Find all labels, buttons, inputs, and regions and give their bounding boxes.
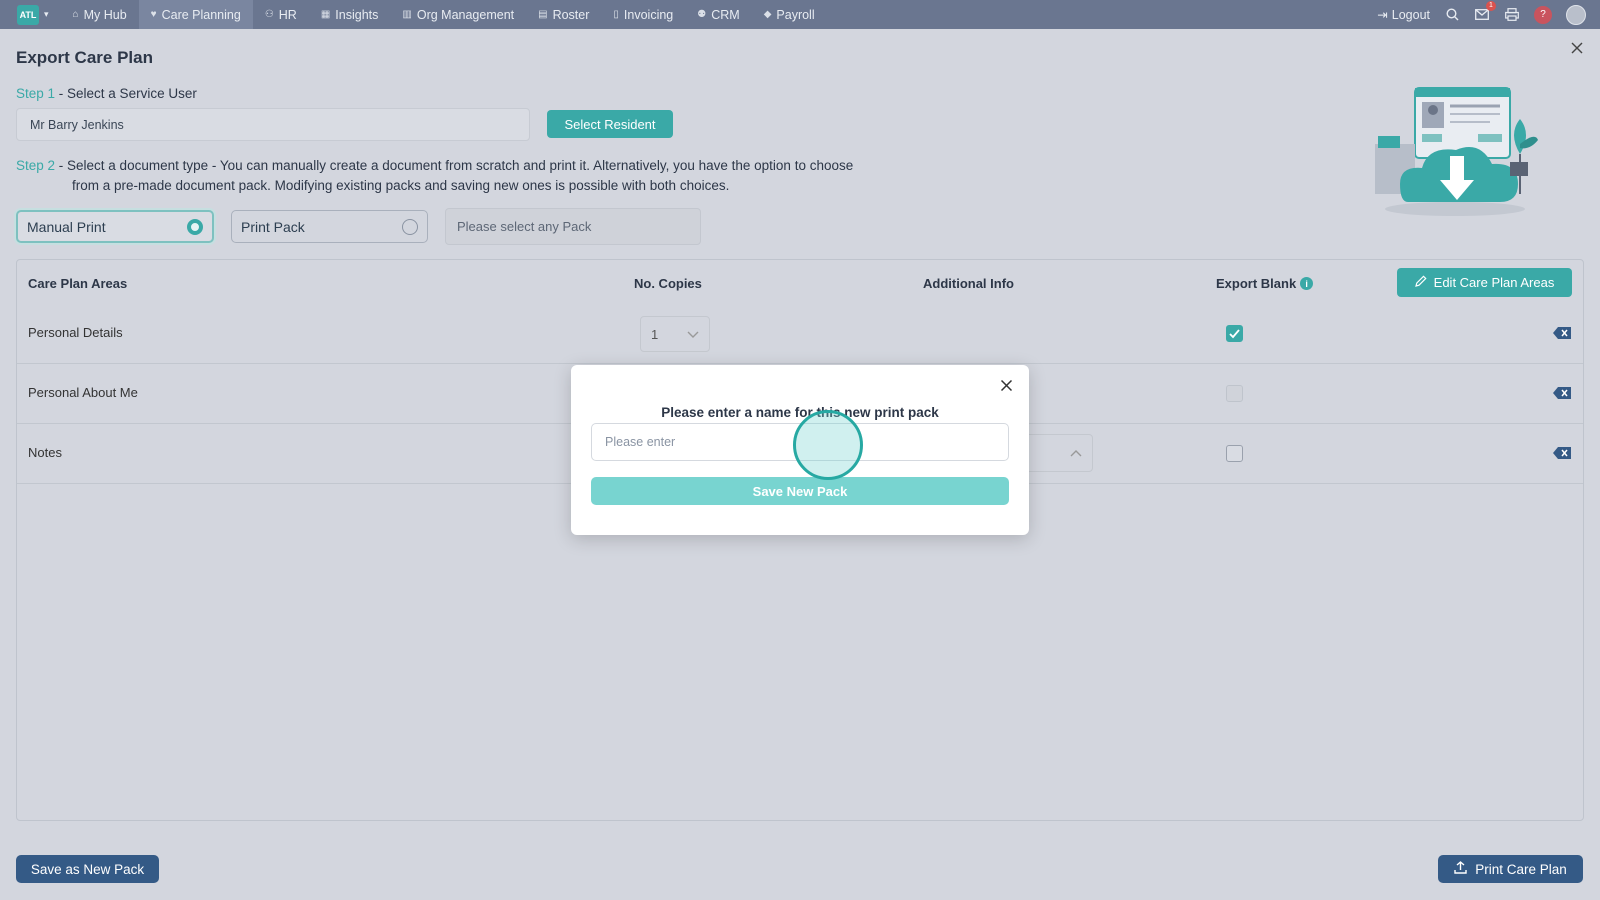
row-area-name: Notes <box>28 445 62 460</box>
edit-areas-label: Edit Care Plan Areas <box>1433 275 1555 290</box>
building-icon: ▥ <box>402 9 412 20</box>
nav-label: HR <box>278 7 297 22</box>
remove-row-icon[interactable] <box>1553 446 1571 464</box>
nav-item-hr[interactable]: ⚇ HR <box>253 0 309 29</box>
home-icon: ⌂ <box>72 9 79 20</box>
brand-switcher[interactable]: ATL ▾ <box>17 4 49 25</box>
copies-select[interactable]: 1 <box>640 316 710 352</box>
step1-text: - Select a Service User <box>55 86 197 101</box>
chevron-down-icon: ▾ <box>44 9 49 19</box>
nav-item-crm[interactable]: ⚉ CRM <box>685 0 751 29</box>
logout-label: Logout <box>1391 7 1430 22</box>
table-row: Personal Details 1 <box>17 304 1583 364</box>
export-blank-checkbox[interactable] <box>1226 325 1243 342</box>
radio-selected-icon <box>187 218 203 235</box>
click-indicator <box>793 410 863 480</box>
export-blank-checkbox[interactable] <box>1226 445 1243 462</box>
notification-badge: 1 <box>1486 0 1496 11</box>
mail-icon[interactable]: 1 <box>1474 0 1496 23</box>
remove-row-icon[interactable] <box>1553 386 1571 404</box>
edit-care-plan-areas-button[interactable]: Edit Care Plan Areas <box>1397 268 1572 297</box>
avatar[interactable] <box>1566 4 1586 25</box>
nav-item-org-management[interactable]: ▥ Org Management <box>390 0 526 29</box>
cloud-download-illustration <box>1370 84 1540 219</box>
print-care-plan-button[interactable]: Print Care Plan <box>1438 855 1583 883</box>
column-header-additional-info: Additional Info <box>923 276 1014 291</box>
manual-print-option[interactable]: Manual Print <box>16 210 214 243</box>
step2-text-continued: from a pre-made document pack. Modifying… <box>72 178 730 193</box>
brand-logo: ATL <box>17 4 39 25</box>
save-as-new-pack-button[interactable]: Save as New Pack <box>16 855 159 883</box>
calendar-icon: ▤ <box>538 9 548 20</box>
column-header-areas: Care Plan Areas <box>28 276 128 291</box>
print-care-plan-label: Print Care Plan <box>1475 861 1567 877</box>
remove-row-icon[interactable] <box>1553 326 1571 344</box>
row-area-name: Personal About Me <box>28 385 138 400</box>
nav-label: Care Planning <box>161 7 241 22</box>
payroll-icon: ◆ <box>763 9 772 20</box>
print-icon[interactable] <box>1504 7 1520 23</box>
column-header-export-blank: Export Blank i <box>1216 276 1314 291</box>
step2-text: - Select a document type - You can manua… <box>55 158 854 173</box>
logout-button[interactable]: ⇥ Logout <box>1377 7 1430 23</box>
chevron-down-icon <box>687 327 699 342</box>
close-icon[interactable] <box>1000 379 1014 393</box>
users-icon: ⚉ <box>697 9 707 20</box>
people-icon: ⚇ <box>264 9 274 20</box>
nav-item-roster[interactable]: ▤ Roster <box>526 0 601 29</box>
document-icon: ▯ <box>613 9 619 20</box>
service-user-field[interactable]: Mr Barry Jenkins <box>16 108 530 141</box>
nav-item-insights[interactable]: ▦ Insights <box>309 0 391 29</box>
pencil-icon <box>1414 275 1427 290</box>
step1-label: Step 1 <box>16 86 56 101</box>
column-header-copies: No. Copies <box>634 276 702 291</box>
export-blank-label: Export Blank <box>1216 276 1297 291</box>
top-nav: ATL ▾ ⌂ My Hub ♥ Care Planning ⚇ HR ▦ In… <box>0 0 1600 29</box>
nav-item-care-planning[interactable]: ♥ Care Planning <box>138 0 253 29</box>
nav-label: Roster <box>552 7 590 22</box>
nav-label: Invoicing <box>623 7 674 22</box>
page-title: Export Care Plan <box>16 48 153 67</box>
pack-select[interactable]: Please select any Pack <box>445 208 701 245</box>
save-new-pack-button[interactable]: Save New Pack <box>591 477 1009 505</box>
radio-unselected-icon <box>402 218 418 235</box>
info-icon[interactable]: i <box>1300 277 1314 290</box>
nav-label: Payroll <box>776 7 815 22</box>
nav-label: My Hub <box>83 7 127 22</box>
step2-heading: Step 2 - Select a document type - You ca… <box>16 156 916 196</box>
logout-icon: ⇥ <box>1377 8 1388 22</box>
dialog-title: Please enter a name for this new print p… <box>661 405 939 420</box>
step1-heading: Step 1 - Select a Service User <box>16 86 197 101</box>
nav-label: CRM <box>711 7 740 22</box>
print-pack-option[interactable]: Print Pack <box>231 210 428 243</box>
help-icon[interactable]: ? <box>1534 5 1552 24</box>
export-blank-checkbox[interactable] <box>1226 385 1243 402</box>
upload-icon <box>1454 861 1467 877</box>
manual-print-label: Manual Print <box>27 218 106 235</box>
select-resident-button[interactable]: Select Resident <box>547 110 673 138</box>
nav-item-invoicing[interactable]: ▯ Invoicing <box>601 0 685 29</box>
step2-label: Step 2 <box>16 158 56 173</box>
print-pack-label: Print Pack <box>241 218 305 235</box>
nav-item-payroll[interactable]: ◆ Payroll <box>752 0 827 29</box>
nav-label: Insights <box>335 7 379 22</box>
nav-item-my-hub[interactable]: ⌂ My Hub <box>61 0 139 29</box>
close-icon[interactable] <box>1570 41 1586 57</box>
row-area-name: Personal Details <box>28 325 123 340</box>
care-plan-areas-table: Care Plan Areas No. Copies Additional In… <box>16 259 1584 821</box>
copies-value: 1 <box>651 326 659 342</box>
search-icon[interactable] <box>1444 7 1460 23</box>
chart-icon: ▦ <box>320 9 331 20</box>
heart-icon: ♥ <box>150 9 157 20</box>
chevron-up-icon <box>1070 444 1082 462</box>
nav-label: Org Management <box>416 7 515 22</box>
